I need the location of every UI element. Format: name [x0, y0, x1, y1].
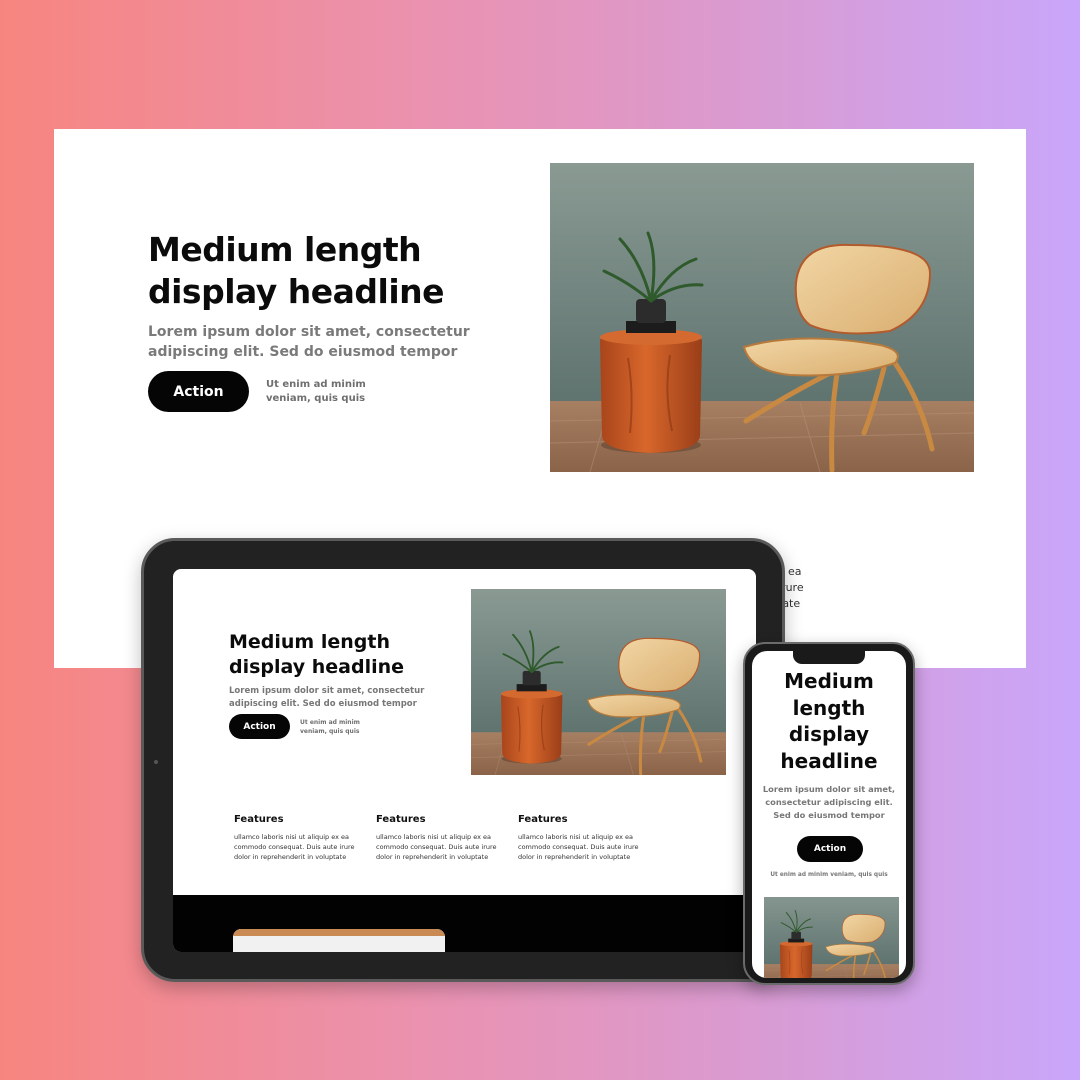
- tablet-subtitle: Lorem ipsum dolor sit amet, consectetur …: [229, 686, 425, 709]
- tablet-action-button[interactable]: Action: [229, 714, 290, 739]
- hero-subtitle: Lorem ipsum dolor sit amet, consectetur …: [148, 324, 470, 360]
- hero-headline: Medium length display headline: [148, 230, 445, 311]
- feature-text: ullamco laboris nisi ut aliquip ex ea co…: [234, 833, 355, 861]
- phone-device: Medium length display headline Lorem ips…: [743, 642, 915, 985]
- phone-action-button[interactable]: Action: [797, 836, 863, 862]
- phone-screen: Medium length display headline Lorem ips…: [752, 651, 906, 978]
- footer-image-card: [233, 929, 445, 952]
- tablet-headline: Medium length display headline: [229, 631, 405, 678]
- tablet-chair-photo: [471, 589, 726, 775]
- phone-chair-photo: [764, 897, 899, 978]
- tablet-screen: Medium length display headline Lorem ips…: [173, 569, 756, 952]
- feature-text: ullamco laboris nisi ut aliquip ex ea co…: [376, 833, 497, 861]
- tablet-footer: [173, 895, 756, 952]
- feature-title: Features: [376, 814, 426, 825]
- chair-and-stool-photo: [550, 163, 974, 472]
- feature-card: Features ullamco laboris nisi ut aliquip…: [518, 814, 642, 862]
- tablet-note: Ut enim ad minim veniam, quis quis: [300, 719, 360, 735]
- phone-note: Ut enim ad minim veniam, quis quis: [770, 872, 888, 878]
- tablet-device: Medium length display headline Lorem ips…: [141, 538, 785, 982]
- feature-card: Features ullamco laboris nisi ut aliquip…: [376, 814, 500, 862]
- feature-text: ullamco laboris nisi ut aliquip ex ea co…: [518, 833, 639, 861]
- features-row: Features ullamco laboris nisi ut aliquip…: [234, 814, 654, 862]
- hero-note: Ut enim ad minim veniam, quis quis: [266, 379, 366, 404]
- tablet-camera: [154, 760, 158, 764]
- feature-title: Features: [518, 814, 568, 825]
- phone-subtitle: Lorem ipsum dolor sit amet, consectetur …: [762, 784, 896, 820]
- feature-title: Features: [234, 814, 284, 825]
- peek-text: x ea irure tate: [778, 565, 804, 610]
- action-button[interactable]: Action: [148, 371, 249, 412]
- phone-notch: [793, 651, 865, 664]
- phone-headline: Medium length display headline: [780, 669, 878, 773]
- feature-card: Features ullamco laboris nisi ut aliquip…: [234, 814, 358, 862]
- footer-card-bar: [233, 929, 445, 936]
